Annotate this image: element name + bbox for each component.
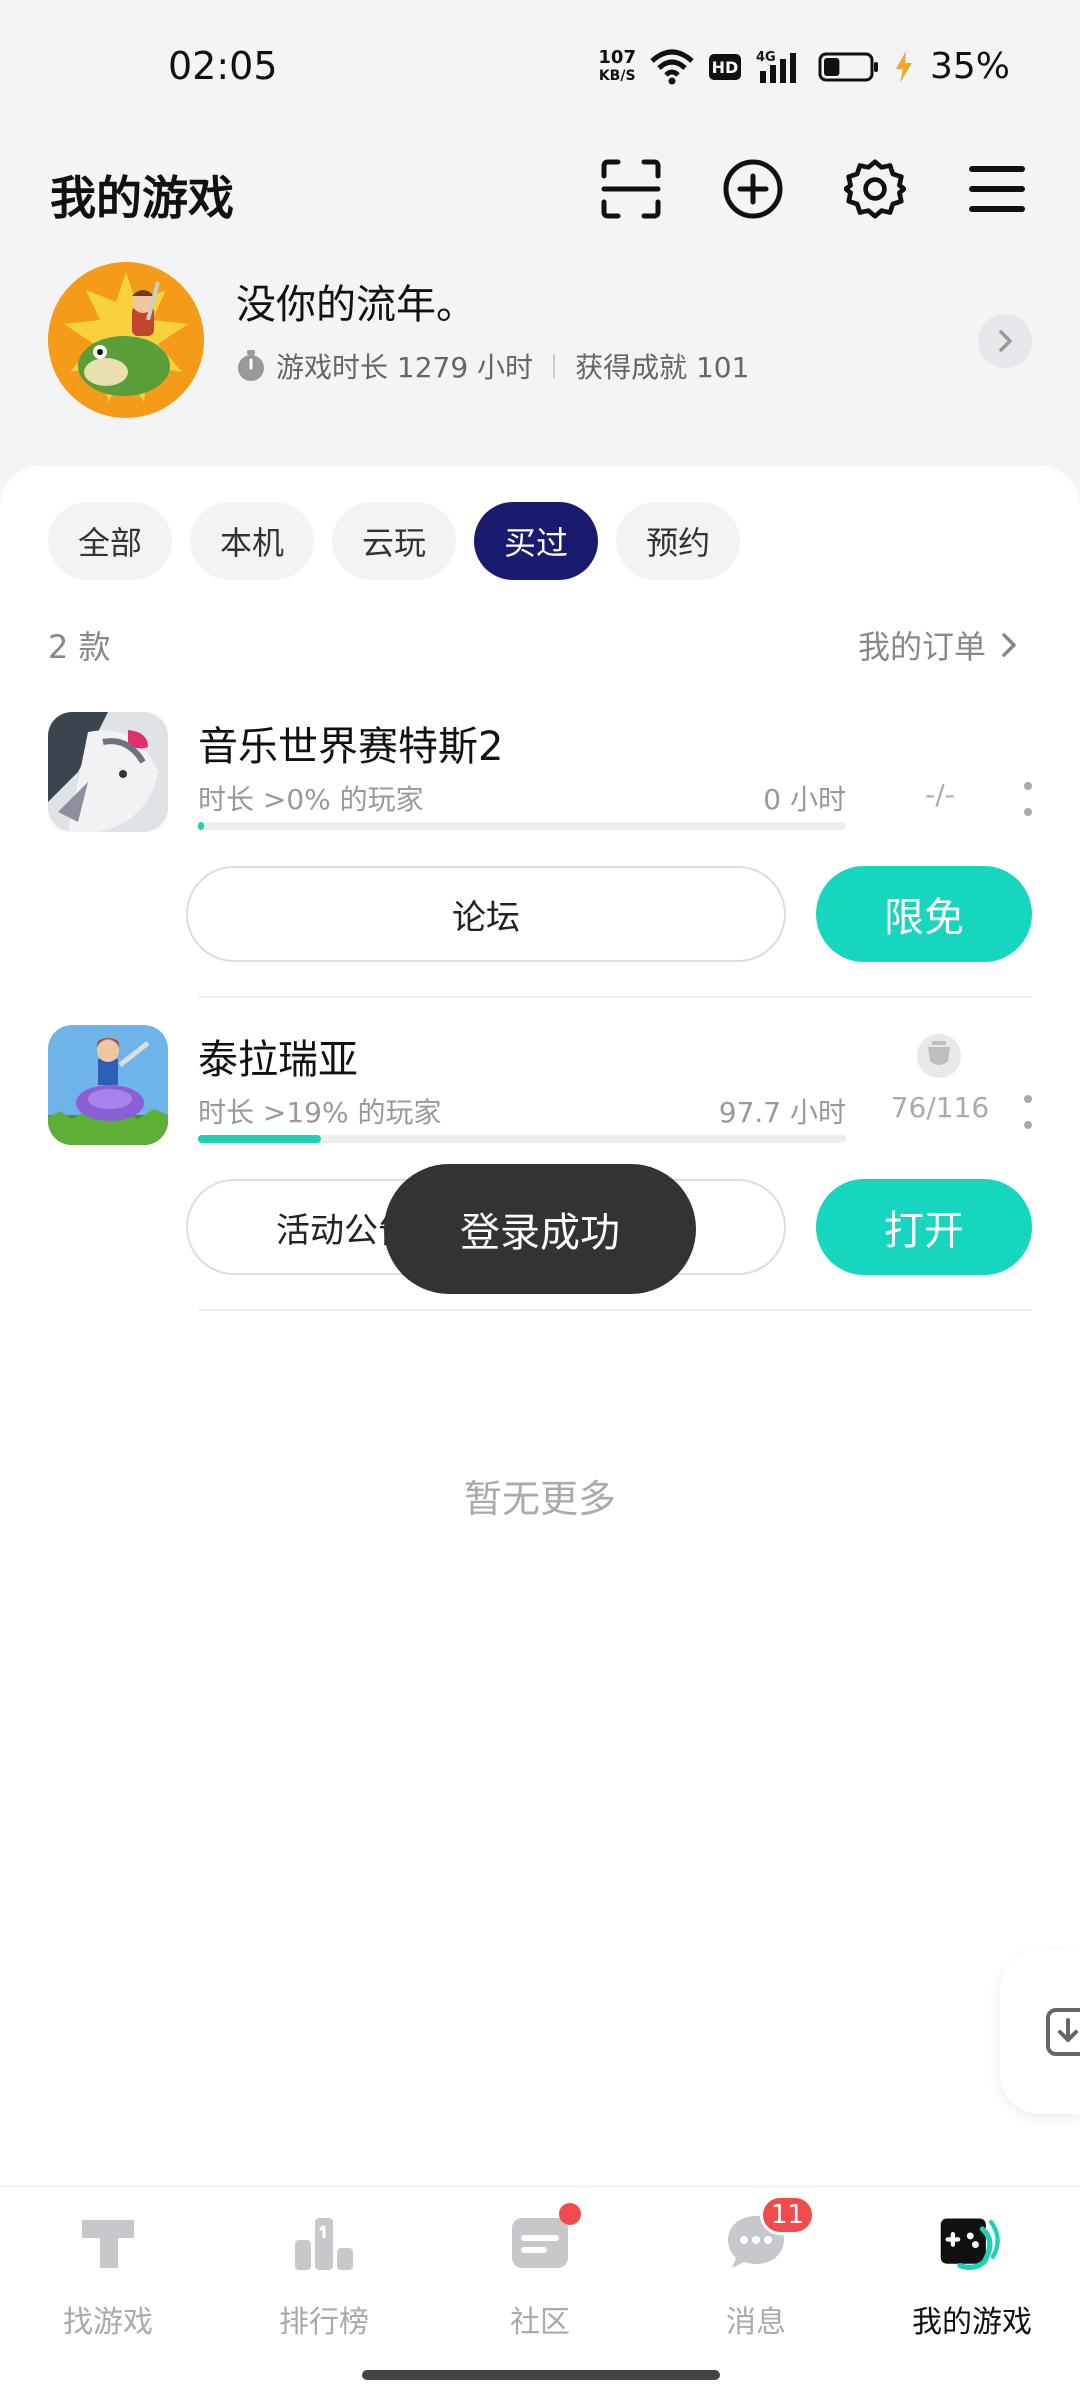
trophy-icon: [914, 1031, 964, 1085]
no-more-text: 暂无更多: [463, 1477, 616, 1521]
floating-download-tab[interactable]: [1000, 1950, 1080, 2114]
nav-label: 消息: [726, 2305, 786, 2340]
status-bar: 02:05 107 KB/S HD 4G 35%: [0, 0, 1080, 130]
achievement-progress: -/-: [925, 778, 955, 811]
playtime-progress-bar: [198, 1135, 846, 1143]
network-speed-value: 107: [598, 46, 636, 68]
status-time: 02:05: [168, 44, 278, 88]
wifi-icon: [650, 49, 694, 85]
filter-chip-reserved[interactable]: 预约: [616, 502, 741, 580]
header-actions: [600, 150, 1028, 228]
item-divider: [198, 1309, 1032, 1311]
add-circle-icon[interactable]: [722, 150, 784, 228]
username: 没你的流年。: [236, 282, 476, 328]
playtime-progress-fill: [198, 822, 205, 830]
community-badge-dot: [559, 2203, 581, 2225]
stopwatch-icon: [236, 350, 266, 382]
more-options-icon[interactable]: [1022, 1095, 1034, 1129]
filter-chip-cloud[interactable]: 云玩: [332, 502, 457, 580]
leaderboard-icon: [291, 2209, 357, 2275]
network-speed-unit: KB/S: [598, 67, 636, 84]
playtime-progress-fill: [198, 1135, 322, 1143]
nav-label: 我的游戏: [912, 2305, 1032, 2340]
game-hours: 97.7 小时: [718, 1096, 846, 1129]
scan-icon[interactable]: [600, 150, 662, 228]
download-icon: [1044, 2006, 1080, 2058]
open-game-button[interactable]: 打开: [816, 1179, 1032, 1275]
my-games-icon: [939, 2209, 1005, 2275]
game-name: 泰拉瑞亚: [198, 1037, 358, 1083]
games-panel: 全部 本机 云玩 买过 预约 2 款 我的订单 音乐世界赛特斯2 时长 >0% …: [0, 466, 1080, 2186]
stats-divider: [553, 354, 556, 378]
game-count: 2 款: [48, 628, 111, 666]
nav-my-games[interactable]: 我的游戏: [864, 2209, 1080, 2359]
chevron-right-icon: [1000, 631, 1018, 659]
profile-summary[interactable]: 没你的流年。 游戏时长 1279 小时 获得成就 101: [0, 262, 1080, 422]
profile-chevron-right-icon[interactable]: [978, 314, 1032, 368]
filter-chip-purchased[interactable]: 买过: [474, 502, 599, 580]
network-type: 4G: [756, 50, 776, 65]
signal-icon: 4G: [756, 49, 804, 85]
message-count-badge: 11: [759, 2195, 815, 2235]
nav-label: 社区: [510, 2305, 570, 2340]
nav-label: 找游戏: [63, 2305, 153, 2340]
game-cover-image: [48, 1025, 168, 1145]
game-cover-image: [48, 712, 168, 832]
avatar[interactable]: [48, 262, 204, 418]
home-indicator[interactable]: [362, 2370, 720, 2380]
achievements-count: 获得成就 101: [575, 351, 750, 384]
nav-messages[interactable]: 11 消息: [648, 2195, 864, 2359]
nav-leaderboard[interactable]: 排行榜: [216, 2209, 432, 2359]
filter-chips: 全部 本机 云玩 买过 预约: [48, 502, 741, 580]
message-icon: 11: [723, 2195, 815, 2275]
hd-icon: HD: [708, 53, 742, 81]
status-indicators: 107 KB/S HD 4G 35%: [598, 46, 1010, 87]
nav-label: 排行榜: [279, 2305, 369, 2340]
my-orders-label: 我的订单: [857, 628, 986, 666]
nav-find-games[interactable]: 找游戏: [0, 2209, 216, 2359]
play-time: 游戏时长 1279 小时: [276, 351, 534, 384]
achievement-progress: 76/116: [890, 1091, 990, 1124]
page-title: 我的游戏: [50, 171, 234, 225]
game-name: 音乐世界赛特斯2: [198, 724, 504, 770]
toast-message: 登录成功: [384, 1164, 696, 1294]
filter-chip-local[interactable]: 本机: [190, 502, 315, 580]
hd-label: HD: [712, 58, 739, 77]
item-divider: [198, 996, 1032, 998]
charging-icon: [895, 50, 912, 83]
playtime-progress-bar: [198, 822, 846, 830]
bottom-navigation: 找游戏 排行榜 社区 11 消息 我的游戏: [0, 2186, 1080, 2400]
filter-chip-all[interactable]: 全部: [48, 502, 173, 580]
gear-icon[interactable]: [844, 150, 906, 228]
battery-icon: [818, 51, 882, 83]
free-limited-button[interactable]: 限免: [816, 866, 1032, 962]
profile-stats: 游戏时长 1279 小时 获得成就 101: [236, 346, 749, 386]
my-orders-link[interactable]: 我的订单: [858, 622, 1018, 668]
nav-community[interactable]: 社区: [432, 2203, 648, 2359]
more-options-icon[interactable]: [1022, 782, 1034, 816]
game-playtime-percentile: 时长 >19% 的玩家: [198, 1096, 442, 1129]
menu-icon[interactable]: [966, 150, 1028, 228]
find-games-icon: [75, 2209, 141, 2275]
game-playtime-percentile: 时长 >0% 的玩家: [198, 783, 424, 816]
game-item[interactable]: 音乐世界赛特斯2 时长 >0% 的玩家 0 小时 -/- 论坛 限免: [0, 712, 1080, 1002]
network-speed: 107 KB/S: [598, 46, 636, 85]
forum-button[interactable]: 论坛: [186, 866, 786, 962]
battery-percent: 35%: [929, 46, 1010, 87]
community-icon: [507, 2203, 581, 2275]
page-header: 我的游戏: [0, 150, 1080, 240]
game-hours: 0 小时: [763, 783, 846, 816]
